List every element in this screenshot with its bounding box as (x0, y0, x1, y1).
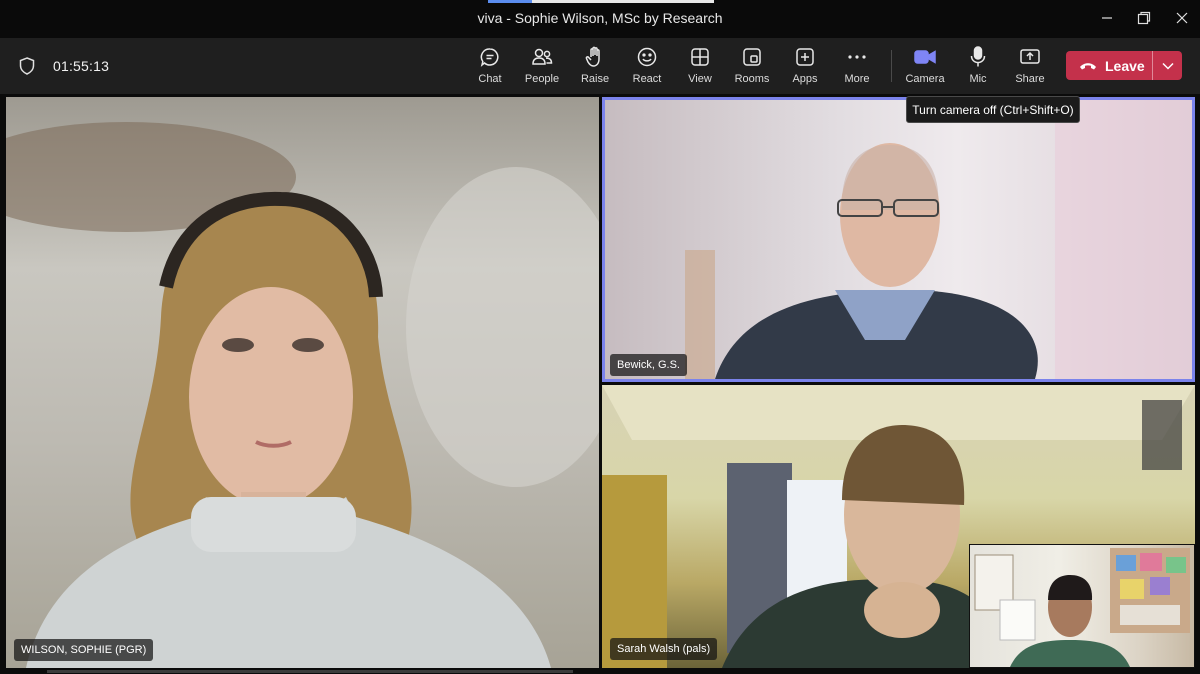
people-button[interactable]: People (514, 46, 570, 88)
leave-button[interactable]: Leave (1066, 51, 1152, 80)
meeting-timer: 01:55:13 (53, 58, 110, 74)
view-button[interactable]: View (672, 46, 728, 88)
rooms-icon (741, 46, 763, 68)
participant-name-tag: WILSON, SOPHIE (PGR) (14, 639, 154, 661)
people-icon (531, 46, 553, 68)
close-icon (1176, 12, 1188, 24)
more-label: More (844, 73, 870, 85)
more-icon (846, 46, 868, 68)
leave-label: Leave (1105, 57, 1145, 74)
minimize-button[interactable] (1087, 4, 1127, 32)
leave-button-group: Leave (1066, 51, 1182, 80)
raise-hand-icon (584, 46, 606, 68)
meeting-toolbar: 01:55:13 Chat People Raise React View Ro… (0, 38, 1200, 94)
close-button[interactable] (1162, 4, 1200, 32)
view-label: View (688, 73, 712, 85)
share-label: Share (1015, 73, 1045, 85)
apps-label: Apps (792, 73, 818, 85)
minimize-icon (1102, 17, 1112, 19)
react-button[interactable]: React (619, 46, 675, 88)
share-icon (1019, 46, 1041, 68)
toolbar-divider (891, 50, 892, 82)
share-button[interactable]: Share (1002, 46, 1058, 88)
react-label: React (632, 73, 662, 85)
chat-label: Chat (478, 73, 502, 85)
participant-name-tag: Bewick, G.S. (610, 354, 687, 376)
participant-video (6, 122, 599, 668)
participant-video (685, 100, 1192, 379)
participant-video (974, 548, 1190, 667)
camera-tooltip: Turn camera off (Ctrl+Shift+O) (906, 96, 1080, 123)
chat-button[interactable]: Chat (462, 46, 518, 88)
more-button[interactable]: More (829, 46, 885, 88)
rooms-button[interactable]: Rooms (724, 46, 780, 88)
people-label: People (524, 73, 560, 85)
camera-label: Camera (905, 73, 945, 85)
title-bar: viva - Sophie Wilson, MSc by Research (0, 0, 1200, 38)
restore-button[interactable] (1124, 4, 1164, 32)
participant-name-tag: Sarah Walsh (pals) (610, 638, 718, 660)
leave-options-button[interactable] (1153, 51, 1182, 80)
view-icon (689, 46, 711, 68)
apps-icon (794, 46, 816, 68)
video-tile-sophie[interactable]: WILSON, SOPHIE (PGR) (6, 97, 599, 668)
camera-button[interactable]: Camera (897, 46, 953, 88)
raise-hand-button[interactable]: Raise (567, 46, 623, 88)
scroll-indicator (47, 670, 573, 673)
window-title: viva - Sophie Wilson, MSc by Research (477, 10, 723, 26)
hang-up-icon (1080, 62, 1096, 69)
mic-button[interactable]: Mic (950, 46, 1006, 88)
chat-icon (479, 46, 501, 68)
rooms-label: Rooms (734, 73, 770, 85)
mic-icon (967, 46, 989, 68)
raise-label: Raise (580, 73, 610, 85)
mic-label: Mic (969, 73, 987, 85)
restore-icon (1137, 11, 1151, 25)
video-tile-small[interactable] (969, 544, 1195, 668)
chevron-down-icon (1161, 62, 1174, 70)
apps-button[interactable]: Apps (777, 46, 833, 88)
camera-icon (914, 46, 936, 68)
shield-icon[interactable] (19, 57, 35, 80)
video-tile-bewick[interactable]: Bewick, G.S. (602, 97, 1195, 382)
title-accent-bar (488, 0, 714, 3)
react-icon (636, 46, 658, 68)
